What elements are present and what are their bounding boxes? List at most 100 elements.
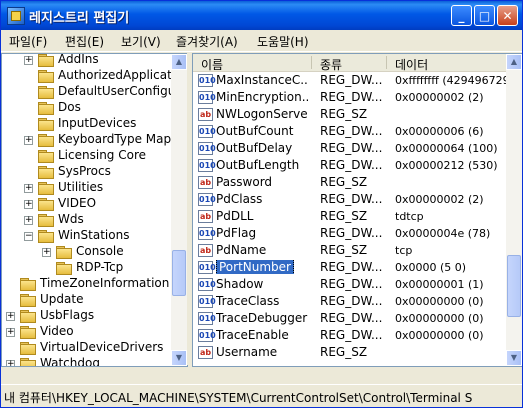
value-type: REG_DW... <box>320 226 383 240</box>
tree-item[interactable]: + Wds <box>2 212 172 228</box>
column-header-data[interactable]: 데이터 <box>395 56 428 73</box>
value-name: Shadow <box>216 277 308 291</box>
minimize-button[interactable]: _ <box>451 5 472 26</box>
registry-value-row[interactable]: 010 TraceDebugger REG_DW... 0x00000000 (0) <box>193 310 506 327</box>
tree-item[interactable]: VirtualDeviceDrivers <box>2 340 172 356</box>
menu-help[interactable]: 도움말(H) <box>257 33 309 50</box>
collapse-icon[interactable]: − <box>24 232 33 241</box>
binary-value-icon: 010 <box>198 159 216 172</box>
expand-icon[interactable]: + <box>42 248 51 257</box>
registry-value-row[interactable]: 010 Shadow REG_DW... 0x00000001 (1) <box>193 276 506 293</box>
registry-value-row[interactable]: 010 OutBufCount REG_DW... 0x00000006 (6) <box>193 123 506 140</box>
tree-item[interactable]: TimeZoneInformation <box>2 276 172 292</box>
column-header-type[interactable]: 종류 <box>320 56 342 73</box>
binary-value-icon: 010 <box>198 142 216 155</box>
expand-icon[interactable]: + <box>6 360 15 366</box>
tree-item-label: VirtualDeviceDrivers <box>40 340 164 354</box>
binary-value-icon: 010 <box>198 278 216 291</box>
expand-icon[interactable]: + <box>6 312 15 321</box>
menu-favorites[interactable]: 즐겨찾기(A) <box>176 33 238 50</box>
tree-scroll-thumb[interactable] <box>172 250 186 296</box>
menu-edit[interactable]: 편집(E) <box>65 33 104 50</box>
tree-item[interactable]: − WinStations <box>2 228 172 244</box>
tree-item[interactable]: SysProcs <box>2 164 172 180</box>
list-header: 이름 종류 데이터 <box>193 54 522 72</box>
tree-item[interactable]: + Console <box>2 244 172 260</box>
column-divider[interactable] <box>311 56 312 69</box>
expand-icon[interactable]: + <box>24 184 33 193</box>
tree-item-label: Update <box>40 292 84 306</box>
list-scroll-thumb[interactable] <box>507 255 521 317</box>
registry-value-row[interactable]: 010 OutBufLength REG_DW... 0x00000212 (530) <box>193 157 506 174</box>
expand-icon[interactable]: + <box>24 56 33 65</box>
close-button[interactable]: ✕ <box>497 5 518 26</box>
registry-value-row[interactable]: 010 PdClass REG_DW... 0x00000002 (2) <box>193 191 506 208</box>
value-type: REG_DW... <box>320 124 383 138</box>
binary-value-icon: 010 <box>198 125 216 138</box>
registry-value-row[interactable]: 010 PortNumber REG_DW... 0x0000 (5 0) <box>193 259 506 276</box>
registry-value-row[interactable]: 010 MaxInstanceC... REG_DW... 0xffffffff (4… <box>193 72 507 89</box>
menu-file[interactable]: 파일(F) <box>9 33 47 50</box>
value-name: PdClass <box>216 192 308 206</box>
title-bar[interactable]: 레지스트리 편집기 _ □ ✕ <box>1 1 522 30</box>
expand-icon[interactable]: + <box>24 136 33 145</box>
menu-view[interactable]: 보기(V) <box>121 33 161 50</box>
column-header-name[interactable]: 이름 <box>201 56 223 73</box>
registry-value-row[interactable]: ab Username REG_SZ <box>193 344 506 361</box>
tree-item[interactable]: + KeyboardType Map <box>2 132 172 148</box>
tree-scroll-up-arrow[interactable]: ▲ <box>171 54 187 70</box>
list-vertical-scrollbar[interactable]: ▲ ▼ <box>506 54 522 366</box>
registry-value-row[interactable]: 010 TraceClass REG_DW... 0x00000000 (0) <box>193 293 506 310</box>
tree-item[interactable]: RDP-Tcp <box>2 260 172 276</box>
folder-icon <box>20 294 36 307</box>
value-type: REG_DW... <box>320 311 383 325</box>
value-data: tdtcp <box>395 210 424 223</box>
folder-icon <box>38 150 54 163</box>
registry-value-row[interactable]: 010 MinEncryption... REG_DW... 0x00000002 (… <box>193 89 506 106</box>
tree-item[interactable]: + Utilities <box>2 180 172 196</box>
folder-icon <box>56 246 72 259</box>
tree-item[interactable]: Update <box>2 292 172 308</box>
values-list-pane[interactable]: 이름 종류 데이터 010 MaxInstanceC... REG_DW... 0xf… <box>192 53 522 367</box>
registry-value-row[interactable]: ab Password REG_SZ <box>193 174 506 191</box>
expand-icon[interactable]: + <box>24 200 33 209</box>
registry-value-row[interactable]: ab PdName REG_SZ tcp <box>193 242 506 259</box>
tree-item[interactable]: Dos <box>2 100 172 116</box>
list-scroll-down-arrow[interactable]: ▼ <box>506 350 522 366</box>
tree-item[interactable]: + AddIns <box>2 54 172 68</box>
expand-icon[interactable]: + <box>6 328 15 337</box>
list-scroll-up-arrow[interactable]: ▲ <box>506 54 522 70</box>
tree-item[interactable]: + UsbFlags <box>2 308 172 324</box>
registry-value-row[interactable]: 010 OutBufDelay REG_DW... 0x00000064 (100) <box>193 140 506 157</box>
folder-icon <box>56 262 72 275</box>
tree-item-label: Licensing Core <box>58 148 147 162</box>
tree-item[interactable]: + VIDEO <box>2 196 172 212</box>
tree-item[interactable]: InputDevices <box>2 116 172 132</box>
value-type: REG_DW... <box>320 192 383 206</box>
maximize-button[interactable]: □ <box>474 5 495 26</box>
binary-value-icon: 010 <box>198 227 216 240</box>
key-tree-pane[interactable]: + Watchdog VirtualDeviceDrivers + Video + UsbF… <box>1 53 188 367</box>
tree-vertical-scrollbar[interactable]: ▲ ▼ <box>171 54 187 366</box>
registry-value-row[interactable]: ab PdDLL REG_SZ tdtcp <box>193 208 506 225</box>
tree-item[interactable]: Licensing Core <box>2 148 172 164</box>
tree-item[interactable]: DefaultUserConfigu <box>2 84 175 100</box>
menu-bar: 파일(F) 편집(E) 보기(V) 즐겨찾기(A) 도움말(H) <box>1 30 522 52</box>
registry-value-row[interactable]: 010 TraceEnable REG_DW... 0x00000000 (0) <box>193 327 506 344</box>
folder-icon <box>38 182 54 195</box>
expand-icon[interactable]: + <box>24 216 33 225</box>
tree-item-label: Video <box>40 324 74 338</box>
tree-item-label: TimeZoneInformation <box>40 276 170 290</box>
value-name-text: NWLogonServer <box>216 107 308 121</box>
tree-item[interactable]: + Video <box>2 324 172 340</box>
folder-icon <box>38 230 54 243</box>
folder-icon <box>38 70 54 83</box>
value-data: 0x00000064 (100) <box>395 142 498 155</box>
column-divider[interactable] <box>386 56 387 69</box>
tree-scroll-down-arrow[interactable]: ▼ <box>171 350 187 366</box>
registry-value-row[interactable]: ab NWLogonServer REG_SZ <box>193 106 506 123</box>
registry-value-row[interactable]: 010 PdFlag REG_DW... 0x0000004e (78) <box>193 225 506 242</box>
tree-item[interactable]: AuthorizedApplicatio <box>2 68 182 84</box>
value-name-text: TraceDebugger <box>216 311 308 325</box>
tree-item[interactable]: + Watchdog <box>2 356 172 366</box>
